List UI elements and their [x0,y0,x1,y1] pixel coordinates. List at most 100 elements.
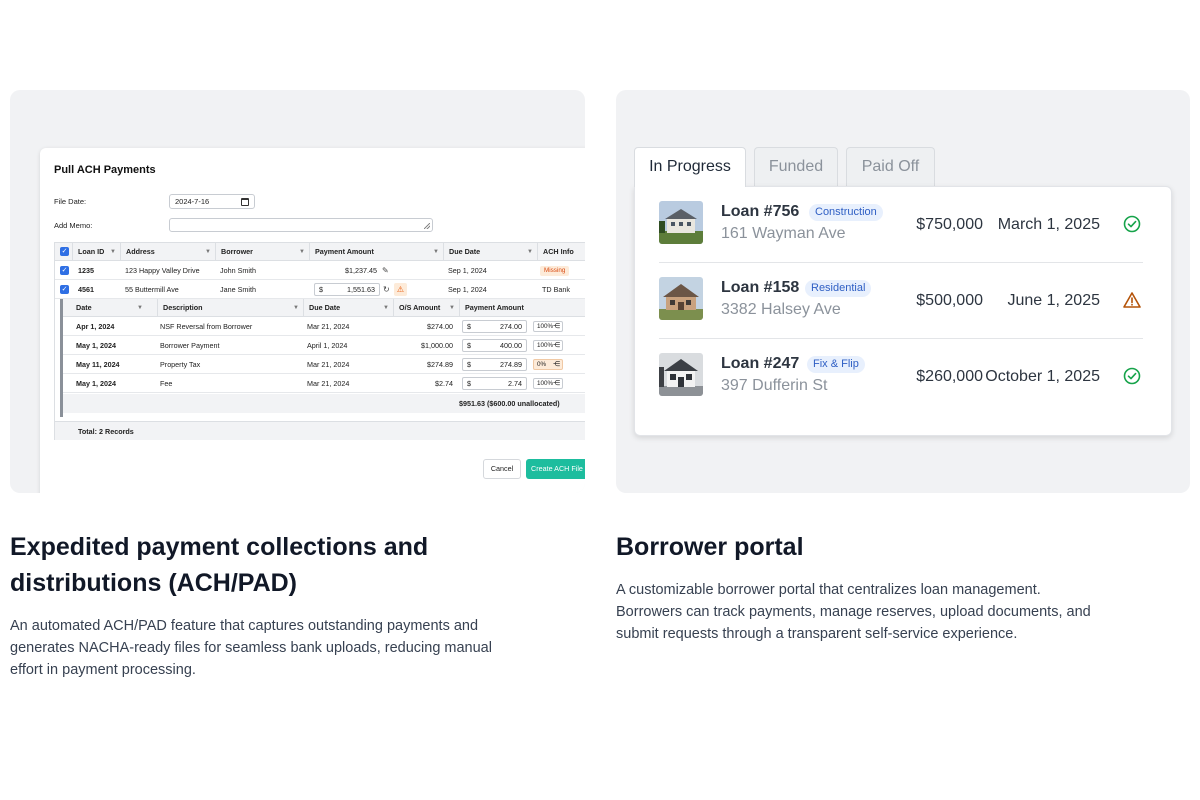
sort-caret-icon[interactable]: ▼ [205,243,211,261]
loan-name: Loan #158 [721,279,800,296]
address-cell: 55 Buttermill Ave [125,285,179,294]
portal-feature-title: Borrower portal [616,533,804,561]
sub-amount-value: 400.00 [500,341,522,350]
sub-date-cell: Apr 1, 2024 [76,322,115,331]
percent-input[interactable]: 100% ⋲ [533,378,563,389]
table-row[interactable]: ✓ 4561 55 Buttermill Ave Jane Smith $ 1,… [55,280,585,299]
subtable-row[interactable]: May 1, 2024 Borrower Payment April 1, 20… [63,336,585,355]
address-cell: 123 Happy Valley Drive [125,266,200,275]
col-ach-info[interactable]: ACH Info [537,243,585,261]
missing-badge: Missing [540,266,570,276]
sort-caret-icon[interactable]: ▼ [137,299,143,317]
resize-handle-icon[interactable] [424,223,430,229]
grid-footer: Total: 2 Records [55,421,585,440]
due-date-cell: Sep 1, 2024 [448,285,487,294]
percent-input[interactable]: 100% ⋲ [533,340,563,351]
borrower-cell: John Smith [220,266,256,275]
loan-date: March 1, 2025 [997,216,1100,233]
add-memo-label: Add Memo: [54,221,93,230]
sub-os-cell: $1,000.00 [421,341,453,350]
col-address[interactable]: Address ▼ [120,243,215,261]
cancel-button[interactable]: Cancel [483,459,521,479]
tab-in-progress[interactable]: In Progress [634,147,746,187]
col-payment-amount[interactable]: Payment Amount ▼ [309,243,443,261]
col-loan-id[interactable]: Loan ID ▼ [72,243,120,261]
subtable-row[interactable]: May 11, 2024 Property Tax Mar 21, 2024 $… [63,355,585,374]
loan-type-tag: Construction [809,204,883,221]
subtable-total-row: $951.63 ($600.00 unallocated) [63,394,585,413]
sort-caret-icon[interactable]: ▼ [110,243,116,261]
sub-os-cell: $274.89 [427,360,453,369]
sort-caret-icon[interactable]: ▼ [383,299,389,317]
table-row[interactable]: ✓ 1235 123 Happy Valley Drive John Smith… [55,261,585,280]
sub-col-payment-amount[interactable]: Payment Amount [459,299,585,317]
currency-symbol: $ [467,322,471,331]
percent-value: 100% [537,323,554,330]
split-icon[interactable]: ⋲ [553,341,560,350]
calendar-icon[interactable] [241,197,249,206]
pencil-icon[interactable]: ✎ [382,261,389,280]
loan-row[interactable]: Loan #756 Construction 161 Wayman Ave $7… [659,187,1143,263]
sort-caret-icon[interactable]: ▼ [293,299,299,317]
memo-input[interactable] [169,218,433,232]
create-ach-file-button[interactable]: Create ACH File [526,459,585,479]
col-due-date[interactable]: Due Date ▼ [443,243,537,261]
house-photo [659,277,703,320]
percent-value: 0% [537,361,547,368]
sub-amount-input[interactable]: $274.89 [462,358,527,371]
sub-col-description[interactable]: Description ▼ [157,299,303,317]
sort-caret-icon[interactable]: ▼ [527,243,533,261]
sub-date-cell: May 11, 2024 [76,360,120,369]
sub-col-os-amount[interactable]: O/S Amount ▼ [393,299,459,317]
sort-caret-icon[interactable]: ▼ [299,243,305,261]
sub-due-cell: Mar 21, 2024 [307,322,350,331]
loan-row[interactable]: Loan #158 Residential 3382 Halsey Ave $5… [659,263,1143,339]
payments-grid: ✓ Loan ID ▼ Address ▼ Borrower ▼ Payment Am… [54,242,585,440]
percent-input[interactable]: 100% ⋲ [533,321,563,332]
ach-dialog-title: Pull ACH Payments [54,164,156,176]
borrower-cell: Jane Smith [220,285,256,294]
sub-description-cell: Fee [160,379,173,388]
split-icon[interactable]: ⋲ [553,360,560,369]
tab-paid-off[interactable]: Paid Off [846,147,935,186]
percent-value: 100% [537,380,554,387]
warning-icon[interactable]: ⚠ [394,283,407,296]
split-icon[interactable]: ⋲ [553,379,560,388]
refresh-icon[interactable]: ↻ [383,280,390,299]
sub-col-due-date[interactable]: Due Date ▼ [303,299,393,317]
subtable-row[interactable]: May 1, 2024 Fee Mar 21, 2024 $2.74 $2.74… [63,374,585,393]
sub-amount-input[interactable]: $400.00 [462,339,527,352]
ach-info-cell: TD Bank [542,285,570,294]
sort-caret-icon[interactable]: ▼ [449,299,455,317]
sub-amount-input[interactable]: $274.00 [462,320,527,333]
subtable-row[interactable]: Apr 1, 2024 NSF Reversal from Borrower M… [63,317,585,336]
payment-amount-input[interactable]: $ 1,551.63 [314,283,380,296]
row-checkbox[interactable]: ✓ [60,266,69,275]
file-date-value: 2024-7-16 [175,197,210,206]
row-checkbox[interactable]: ✓ [60,285,69,294]
currency-symbol: $ [319,285,323,294]
tab-funded[interactable]: Funded [754,147,838,186]
percent-input[interactable]: 0% ⋲ [533,359,563,370]
split-icon[interactable]: ⋲ [553,322,560,331]
due-date-cell: Sep 1, 2024 [448,266,487,275]
portal-feature-description: A customizable borrower portal that cent… [616,582,1091,642]
file-date-input[interactable]: 2024-7-16 [169,194,255,209]
select-all-checkbox[interactable]: ✓ [60,247,69,256]
sub-due-cell: Mar 21, 2024 [307,360,350,369]
borrower-portal-card: In Progress Funded Paid Off Loan #756 Co… [616,90,1190,493]
ach-preview-card: Pull ACH Payments File Date: 2024-7-16 A… [10,90,585,493]
currency-symbol: $ [467,341,471,350]
loan-type-tag: Fix & Flip [807,356,865,373]
payment-cell: $1,237.45 [345,266,377,275]
loan-name: Loan #247 [721,355,800,372]
sub-col-date[interactable]: Date ▼ [63,299,147,317]
grid-header: ✓ Loan ID ▼ Address ▼ Borrower ▼ Payment Am… [55,243,585,261]
loan-row[interactable]: Loan #247 Fix & Flip 397 Dufferin St $26… [659,339,1143,415]
sub-amount-input[interactable]: $2.74 [462,377,527,390]
total-records: Total: 2 Records [78,427,134,436]
sub-due-cell: Mar 21, 2024 [307,379,350,388]
col-borrower[interactable]: Borrower ▼ [215,243,309,261]
sort-caret-icon[interactable]: ▼ [433,243,439,261]
loan-id-cell: 1235 [78,266,94,275]
